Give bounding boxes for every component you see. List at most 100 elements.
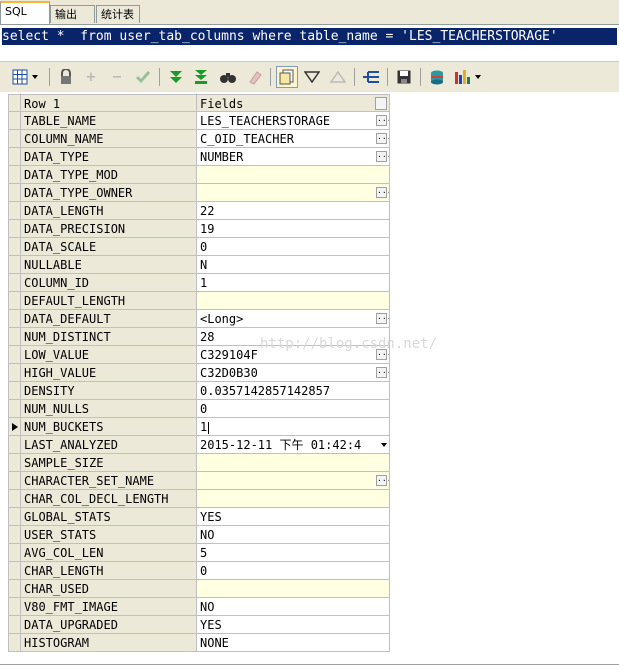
- row-indicator[interactable]: [8, 400, 21, 418]
- row-indicator[interactable]: [8, 526, 21, 544]
- row-indicator[interactable]: [8, 580, 21, 598]
- field-value-cell[interactable]: LES_TEACHERSTORAGE...: [197, 112, 390, 130]
- table-row[interactable]: TABLE_NAMELES_TEACHERSTORAGE...: [8, 112, 390, 130]
- table-row[interactable]: LAST_ANALYZED 2015-12-11 下午 01:42:4: [8, 436, 390, 454]
- tab-output[interactable]: 输出: [50, 5, 95, 23]
- sort-icon[interactable]: [327, 66, 349, 88]
- field-value-cell[interactable]: N: [197, 256, 390, 274]
- field-value-cell[interactable]: <Long>...: [197, 310, 390, 328]
- table-row[interactable]: NUM_BUCKETS 1: [8, 418, 390, 436]
- field-value-cell[interactable]: ...: [197, 184, 390, 202]
- field-value-cell[interactable]: [197, 490, 390, 508]
- chart-icon[interactable]: [452, 66, 486, 88]
- table-row[interactable]: DATA_TYPENUMBER...: [8, 148, 390, 166]
- field-value-cell[interactable]: NO: [197, 526, 390, 544]
- row-label-header[interactable]: Row 1: [21, 94, 197, 112]
- chevron-down-icon[interactable]: [381, 443, 387, 447]
- row-indicator[interactable]: [8, 256, 21, 274]
- field-value-cell[interactable]: NUMBER...: [197, 148, 390, 166]
- tab-statistics[interactable]: 统计表: [96, 5, 140, 23]
- table-row[interactable]: COLUMN_ID 1: [8, 274, 390, 292]
- field-value-cell[interactable]: 0.0357142857142857: [197, 382, 390, 400]
- row-indicator[interactable]: [8, 508, 21, 526]
- plus-icon[interactable]: +: [80, 66, 102, 88]
- row-indicator[interactable]: [8, 274, 21, 292]
- table-row[interactable]: GLOBAL_STATS YES: [8, 508, 390, 526]
- field-value-cell[interactable]: [197, 292, 390, 310]
- tab-sql[interactable]: SQL: [0, 1, 50, 24]
- row-indicator[interactable]: [8, 598, 21, 616]
- row-indicator[interactable]: [8, 292, 21, 310]
- save-icon[interactable]: [393, 66, 415, 88]
- row-indicator[interactable]: [8, 634, 21, 652]
- row-indicator[interactable]: [8, 544, 21, 562]
- table-row[interactable]: AVG_COL_LEN 5: [8, 544, 390, 562]
- row-indicator[interactable]: [8, 346, 21, 364]
- row-indicator[interactable]: [8, 166, 21, 184]
- table-row[interactable]: CHAR_LENGTH 0: [8, 562, 390, 580]
- row-indicator[interactable]: [8, 328, 21, 346]
- table-row[interactable]: V80_FMT_IMAGE NO: [8, 598, 390, 616]
- table-row[interactable]: CHAR_COL_DECL_LENGTH: [8, 490, 390, 508]
- field-value-cell[interactable]: 5: [197, 544, 390, 562]
- row-indicator[interactable]: [8, 220, 21, 238]
- field-value-cell[interactable]: 0: [197, 238, 390, 256]
- field-value-cell[interactable]: 22: [197, 202, 390, 220]
- clear-icon[interactable]: [244, 66, 266, 88]
- table-row[interactable]: DATA_UPGRADED YES: [8, 616, 390, 634]
- field-value-cell[interactable]: C32D0B30...: [197, 364, 390, 382]
- ellipsis-button[interactable]: ...: [376, 367, 389, 378]
- ellipsis-button[interactable]: ...: [376, 349, 389, 360]
- field-value-cell[interactable]: C_OID_TEACHER...: [197, 130, 390, 148]
- row-indicator[interactable]: [8, 148, 21, 166]
- field-value-cell[interactable]: 0: [197, 562, 390, 580]
- row-indicator[interactable]: [8, 112, 21, 130]
- field-value-cell[interactable]: 1: [197, 274, 390, 292]
- field-value-cell[interactable]: NO: [197, 598, 390, 616]
- table-row[interactable]: HISTOGRAM NONE: [8, 634, 390, 652]
- field-value-cell[interactable]: [197, 580, 390, 598]
- minus-icon[interactable]: −: [106, 66, 128, 88]
- fetch-next-icon[interactable]: [165, 66, 187, 88]
- grid-view-icon[interactable]: [10, 66, 44, 88]
- lock-icon[interactable]: [55, 66, 77, 88]
- table-row[interactable]: NUM_NULLS 0: [8, 400, 390, 418]
- field-value-cell[interactable]: 28: [197, 328, 390, 346]
- field-value-cell[interactable]: C329104F...: [197, 346, 390, 364]
- field-value-cell[interactable]: NONE: [197, 634, 390, 652]
- row-indicator[interactable]: [8, 436, 21, 454]
- table-row[interactable]: NULLABLE N: [8, 256, 390, 274]
- row-indicator[interactable]: [8, 472, 21, 490]
- fields-header[interactable]: Fields: [197, 94, 390, 112]
- row-indicator[interactable]: [8, 490, 21, 508]
- field-value-cell[interactable]: 2015-12-11 下午 01:42:4: [197, 436, 390, 454]
- single-record-icon[interactable]: [276, 66, 298, 88]
- field-value-cell[interactable]: 1: [197, 418, 390, 436]
- table-row[interactable]: CHAR_USED: [8, 580, 390, 598]
- field-value-cell[interactable]: ...: [197, 472, 390, 490]
- field-value-cell[interactable]: [197, 166, 390, 184]
- sql-text[interactable]: select * from user_tab_columns where tab…: [2, 28, 617, 45]
- table-row[interactable]: DATA_PRECISION 19: [8, 220, 390, 238]
- table-row[interactable]: DENSITY 0.0357142857142857: [8, 382, 390, 400]
- check-icon[interactable]: [132, 66, 154, 88]
- row-indicator[interactable]: [8, 364, 21, 382]
- column-menu-button[interactable]: [375, 97, 387, 110]
- ellipsis-button[interactable]: ...: [376, 475, 389, 486]
- table-row[interactable]: LOW_VALUEC329104F...: [8, 346, 390, 364]
- row-indicator[interactable]: [8, 130, 21, 148]
- table-row[interactable]: COLUMN_NAMEC_OID_TEACHER...: [8, 130, 390, 148]
- field-value-cell[interactable]: 0: [197, 400, 390, 418]
- table-row[interactable]: DATA_TYPE_OWNER...: [8, 184, 390, 202]
- ellipsis-button[interactable]: ...: [376, 187, 389, 198]
- row-indicator[interactable]: [8, 310, 21, 328]
- row-indicator[interactable]: [8, 238, 21, 256]
- row-indicator[interactable]: [8, 454, 21, 472]
- table-row[interactable]: CHARACTER_SET_NAME...: [8, 472, 390, 490]
- table-row[interactable]: DATA_SCALE 0: [8, 238, 390, 256]
- row-indicator[interactable]: [8, 562, 21, 580]
- field-value-cell[interactable]: YES: [197, 616, 390, 634]
- ellipsis-button[interactable]: ...: [376, 151, 389, 162]
- table-row[interactable]: DEFAULT_LENGTH: [8, 292, 390, 310]
- table-row[interactable]: USER_STATS NO: [8, 526, 390, 544]
